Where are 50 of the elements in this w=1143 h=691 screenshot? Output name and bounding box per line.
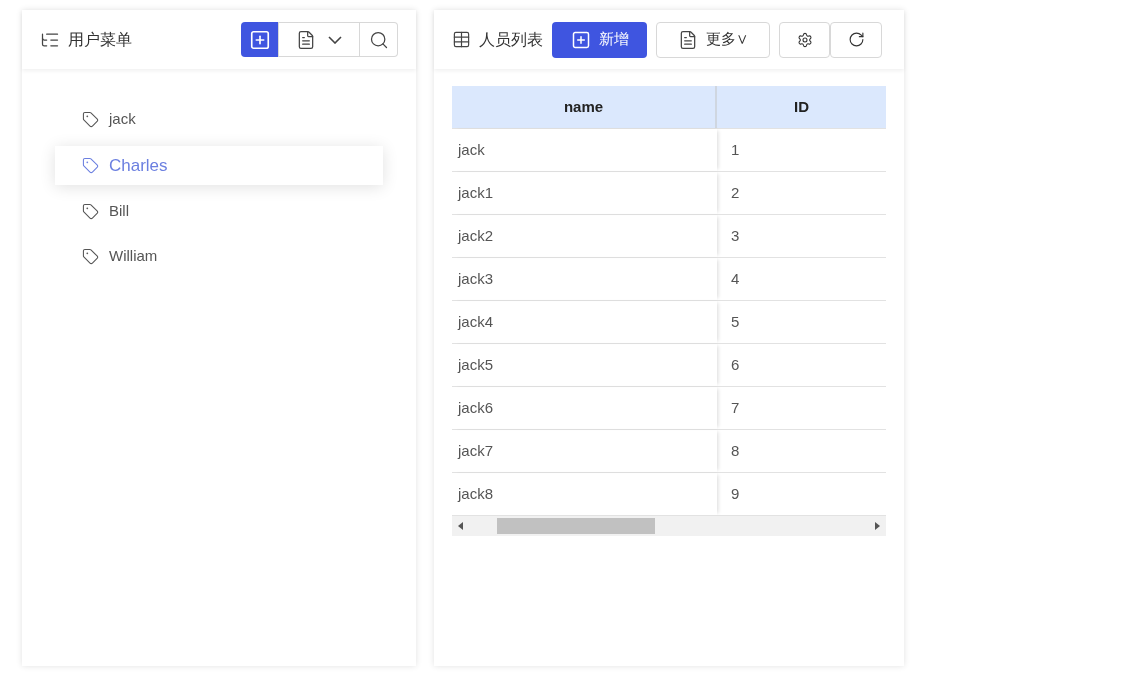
table-cell-text: 6	[730, 354, 741, 375]
horizontal-scrollbar[interactable]	[452, 515, 886, 536]
tag-icon	[82, 248, 99, 265]
table-cell: jack5	[452, 344, 717, 386]
table-cell: jack2	[452, 215, 717, 257]
menu-item[interactable]: jack	[55, 97, 383, 142]
settings-button[interactable]	[779, 21, 830, 58]
table-cell-text: 2	[730, 182, 741, 203]
table-cell-text: 3	[730, 225, 741, 246]
menu-item[interactable]: Charles	[55, 146, 383, 185]
add-button[interactable]	[241, 22, 278, 57]
table-cell: jack7	[452, 430, 717, 472]
add-square-icon	[248, 28, 271, 51]
view-dropdown-button[interactable]	[278, 22, 360, 57]
table-cell-text: 1	[730, 139, 741, 160]
table-icon	[452, 30, 471, 49]
refresh-icon	[847, 31, 865, 48]
chevron-down-icon	[328, 35, 342, 44]
scroll-left-arrow-icon[interactable]	[458, 522, 463, 530]
table-cell: jack8	[452, 473, 717, 515]
table-cell: jack4	[452, 301, 717, 343]
add-square-icon	[570, 29, 591, 50]
menu-item[interactable]: William	[55, 234, 383, 279]
add-button[interactable]: 新增	[552, 21, 647, 58]
tag-icon	[82, 111, 99, 128]
tag-icon	[82, 203, 99, 220]
search-button[interactable]	[360, 22, 398, 57]
column-header: name	[452, 86, 717, 128]
table-cell-text: 5	[730, 311, 741, 332]
column-header: ID	[793, 96, 810, 117]
search-icon	[368, 29, 389, 50]
tag-icon	[82, 157, 99, 174]
panel-title: 用户菜单	[68, 29, 132, 50]
document-icon	[296, 29, 316, 50]
table-cell: jack6	[452, 387, 717, 429]
scrollbar-thumb[interactable]	[497, 518, 655, 534]
settings-icon	[796, 31, 813, 48]
table-cell-text: 4	[730, 268, 741, 289]
table-cell-text: 9	[730, 483, 741, 504]
table-cell-text: 7	[730, 397, 741, 418]
table-cell-text: 8	[730, 440, 741, 461]
more-button[interactable]: 更多∨	[656, 21, 770, 58]
panel-title: 人员列表	[479, 29, 543, 50]
menu-item[interactable]: Bill	[55, 189, 383, 234]
table-cell: jack1	[452, 172, 717, 214]
refresh-button[interactable]	[830, 21, 882, 58]
table-cell: jack	[452, 129, 717, 171]
scroll-right-arrow-icon[interactable]	[875, 522, 880, 530]
document-icon	[678, 29, 698, 50]
table-cell: jack3	[452, 258, 717, 300]
